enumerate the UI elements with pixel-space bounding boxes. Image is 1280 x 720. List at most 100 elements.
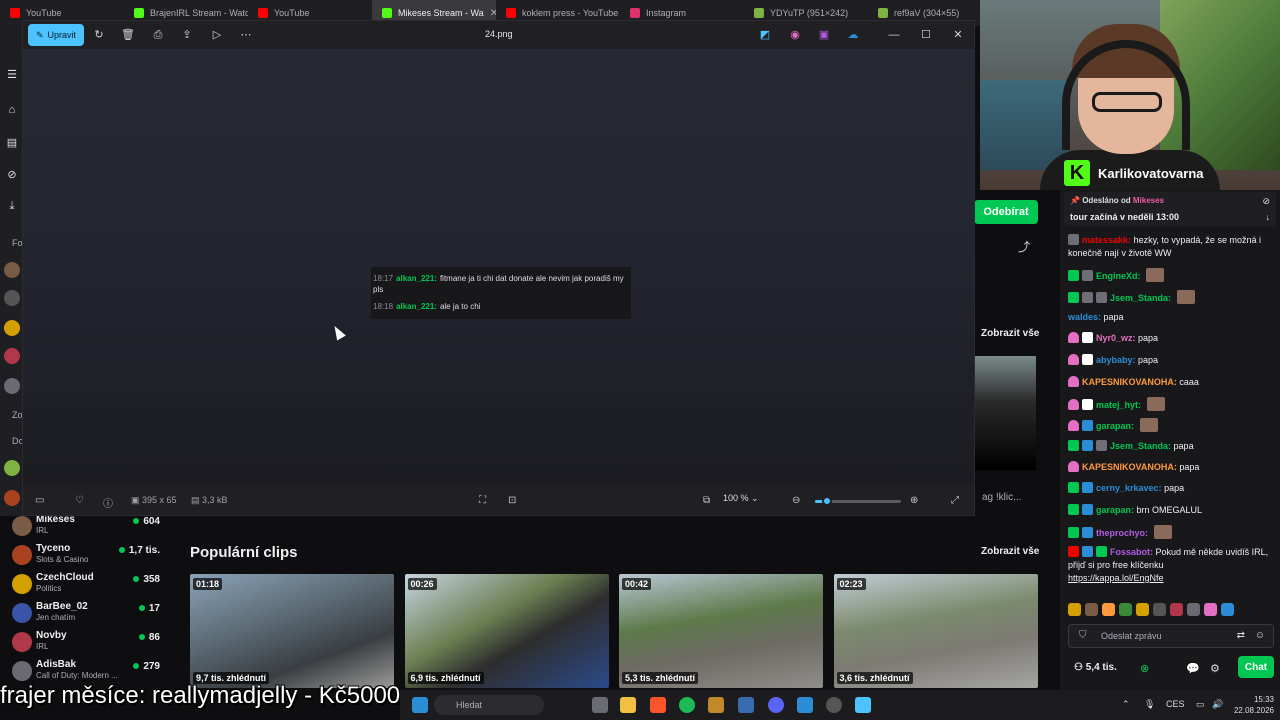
channel-item[interactable]: BarBee_02 Jen chatím 17 bbox=[8, 599, 164, 627]
chat-username[interactable]: matej_hyt: bbox=[1096, 400, 1141, 410]
zoom-dropdown[interactable]: 100 % ⌄ bbox=[723, 493, 775, 509]
sidebar-avatar[interactable] bbox=[4, 490, 20, 506]
share-file-icon[interactable]: ⇪ bbox=[179, 27, 195, 43]
copilot-icon[interactable]: ◉ bbox=[787, 27, 803, 43]
edit-button[interactable]: ✎ Upravit bbox=[28, 24, 84, 46]
crop-icon[interactable]: ⊡ bbox=[508, 495, 516, 506]
maximize-icon[interactable]: ☐ bbox=[917, 27, 935, 43]
chat-message[interactable]: KAPESNIKOVANOHA: caaa bbox=[1068, 376, 1278, 389]
start-icon[interactable] bbox=[412, 697, 428, 713]
chat-username[interactable]: EngineXd: bbox=[1096, 271, 1141, 281]
chat-link[interactable]: https://kappa.lol/EngNfe bbox=[1068, 573, 1164, 583]
chat-username[interactable]: matessakk: bbox=[1082, 235, 1131, 245]
clips-show-all-link[interactable]: Zobrazit vše bbox=[981, 546, 1039, 557]
chat-message[interactable]: garapan: brn OMEGALUL bbox=[1068, 504, 1278, 517]
expand-icon[interactable]: ↓ bbox=[1266, 212, 1271, 222]
chat-message[interactable]: abybaby: papa bbox=[1068, 354, 1278, 367]
delete-icon[interactable]: 🗑 bbox=[120, 27, 136, 43]
channel-item[interactable]: CzechCloud Politics 358 bbox=[8, 570, 164, 598]
menu-icon[interactable]: ☰ bbox=[0, 68, 24, 81]
designer-icon[interactable]: ◩ bbox=[757, 27, 773, 43]
emote-icon[interactable] bbox=[1204, 603, 1217, 616]
chat-username[interactable]: Nyr0_wz: bbox=[1096, 333, 1136, 343]
actual-size-icon[interactable]: ⧉ bbox=[703, 495, 710, 506]
channel-item[interactable]: Tyceno Slots & Casino 1,7 tis. bbox=[8, 541, 164, 569]
app-icon[interactable] bbox=[738, 697, 754, 713]
print-icon[interactable]: ⎙ bbox=[150, 27, 166, 43]
unpin-icon[interactable]: ⊘ bbox=[1262, 196, 1270, 207]
chat-username[interactable]: Jsem_Standa: bbox=[1110, 293, 1171, 303]
mic-icon[interactable]: 🎙 bbox=[1144, 699, 1155, 710]
onedrive-icon[interactable]: ☁ bbox=[845, 27, 861, 43]
close-icon[interactable]: ✕ bbox=[949, 27, 967, 43]
chat-username[interactable]: theprochyo: bbox=[1096, 528, 1148, 538]
side-thumbnail[interactable] bbox=[974, 356, 1036, 470]
share-icon[interactable]: ⤴ bbox=[1018, 238, 1030, 255]
chat-message[interactable]: Jsem_Standa: papa bbox=[1068, 440, 1278, 453]
rotate-icon[interactable]: ↻ bbox=[91, 27, 107, 43]
info-icon[interactable]: ⓘ bbox=[103, 495, 113, 510]
taskbar-clock[interactable]: 15:33 22.08.2026 bbox=[1234, 694, 1274, 716]
chat-username[interactable]: Fossabot: bbox=[1110, 547, 1153, 557]
discord-icon[interactable] bbox=[768, 697, 784, 713]
task-view-icon[interactable] bbox=[592, 697, 608, 713]
download-icon[interactable]: ⤓ bbox=[0, 200, 24, 213]
app-icon[interactable] bbox=[826, 697, 842, 713]
chat-message[interactable]: Fossabot: Pokud mě někde uvidíš IRL, při… bbox=[1068, 546, 1278, 585]
emote-icon[interactable] bbox=[1221, 603, 1234, 616]
emote-icon[interactable] bbox=[1068, 603, 1081, 616]
chat-input[interactable]: ⛉ Odeslat zprávu ⇄ ☺ bbox=[1068, 624, 1274, 648]
show-all-link[interactable]: Zobrazit vše bbox=[981, 328, 1039, 339]
chat-username[interactable]: garapan: bbox=[1096, 421, 1134, 431]
chat-message[interactable]: garapan: bbox=[1068, 418, 1278, 433]
photos-icon[interactable] bbox=[855, 697, 871, 713]
filmstrip-icon[interactable]: ▭ bbox=[35, 495, 44, 506]
chat-message[interactable]: KAPESNIKOVANOHA: papa bbox=[1068, 461, 1278, 474]
app-icon[interactable] bbox=[708, 697, 724, 713]
chat-message[interactable]: theprochyo: bbox=[1068, 525, 1278, 540]
chat-username[interactable]: abybaby: bbox=[1096, 355, 1136, 365]
clip-card[interactable]: 00:42 5,3 tis. zhlédnutí bbox=[619, 574, 823, 688]
chat-message[interactable]: matej_hyt: bbox=[1068, 397, 1278, 412]
pinned-message[interactable]: 📌 Odesláno od Mikeses ⊘ tour začíná v ne… bbox=[1064, 192, 1276, 226]
tray-chevron-icon[interactable]: ⌃ bbox=[1122, 699, 1130, 710]
minimize-icon[interactable]: — bbox=[885, 27, 903, 43]
points-claim-icon[interactable]: ⊗ bbox=[1140, 662, 1149, 675]
zoom-in-icon[interactable]: ⊕ bbox=[910, 495, 918, 506]
explorer-icon[interactable] bbox=[620, 697, 636, 713]
emote-icon[interactable] bbox=[1085, 603, 1098, 616]
favorite-icon[interactable]: ♡ bbox=[75, 495, 84, 506]
clip-card[interactable]: 02:23 3,6 tis. zhlédnutí bbox=[833, 574, 1038, 688]
emoji-icon[interactable]: ☺ bbox=[1255, 630, 1265, 641]
tag-icon[interactable]: ⊘ bbox=[0, 168, 24, 181]
emote-icon[interactable] bbox=[1170, 603, 1183, 616]
chat-username[interactable]: garapan: bbox=[1096, 505, 1134, 515]
zoom-slider-handle[interactable] bbox=[822, 496, 833, 506]
sidebar-avatar[interactable] bbox=[4, 320, 20, 336]
chat-message[interactable]: cerny_krkavec: papa bbox=[1068, 482, 1278, 495]
home-icon[interactable]: ⌂ bbox=[0, 104, 24, 116]
chat-username[interactable]: waldes: bbox=[1068, 312, 1101, 322]
clipchamp-icon[interactable]: ▣ bbox=[816, 27, 832, 43]
slideshow-icon[interactable]: ▷ bbox=[209, 27, 225, 43]
translate-icon[interactable]: ⇄ bbox=[1237, 630, 1245, 641]
app-icon[interactable] bbox=[797, 697, 813, 713]
channel-item[interactable]: Novby IRL 86 bbox=[8, 628, 164, 656]
brave-icon[interactable] bbox=[650, 697, 666, 713]
volume-icon[interactable]: 🔊 bbox=[1212, 699, 1223, 710]
more-icon[interactable]: ⋯ bbox=[238, 27, 254, 43]
image-canvas[interactable]: 18:17 alkan_221: fitmane ja ti chi dat don… bbox=[23, 49, 974, 485]
spotify-icon[interactable] bbox=[679, 697, 695, 713]
emote-icon[interactable] bbox=[1102, 603, 1115, 616]
chat-message[interactable]: Nyr0_wz: papa bbox=[1068, 332, 1278, 345]
emote-icon[interactable] bbox=[1187, 603, 1200, 616]
zoom-out-icon[interactable]: ⊖ bbox=[792, 495, 800, 506]
chat-message[interactable]: Jsem_Standa: bbox=[1068, 290, 1278, 305]
chat-message[interactable]: matessakk: hezky, to vypadá, že se možná… bbox=[1068, 234, 1278, 260]
network-icon[interactable]: ▭ bbox=[1196, 699, 1205, 710]
clip-card[interactable]: 00:26 6,9 tis. zhlédnutí bbox=[404, 574, 609, 688]
chat-message[interactable]: waldes: papa bbox=[1068, 311, 1278, 324]
taskbar-search[interactable]: Hledat bbox=[434, 695, 544, 715]
clip-card[interactable]: 01:18 9,7 tis. zhlédnutí bbox=[190, 574, 394, 688]
sidebar-avatar[interactable] bbox=[4, 460, 20, 476]
